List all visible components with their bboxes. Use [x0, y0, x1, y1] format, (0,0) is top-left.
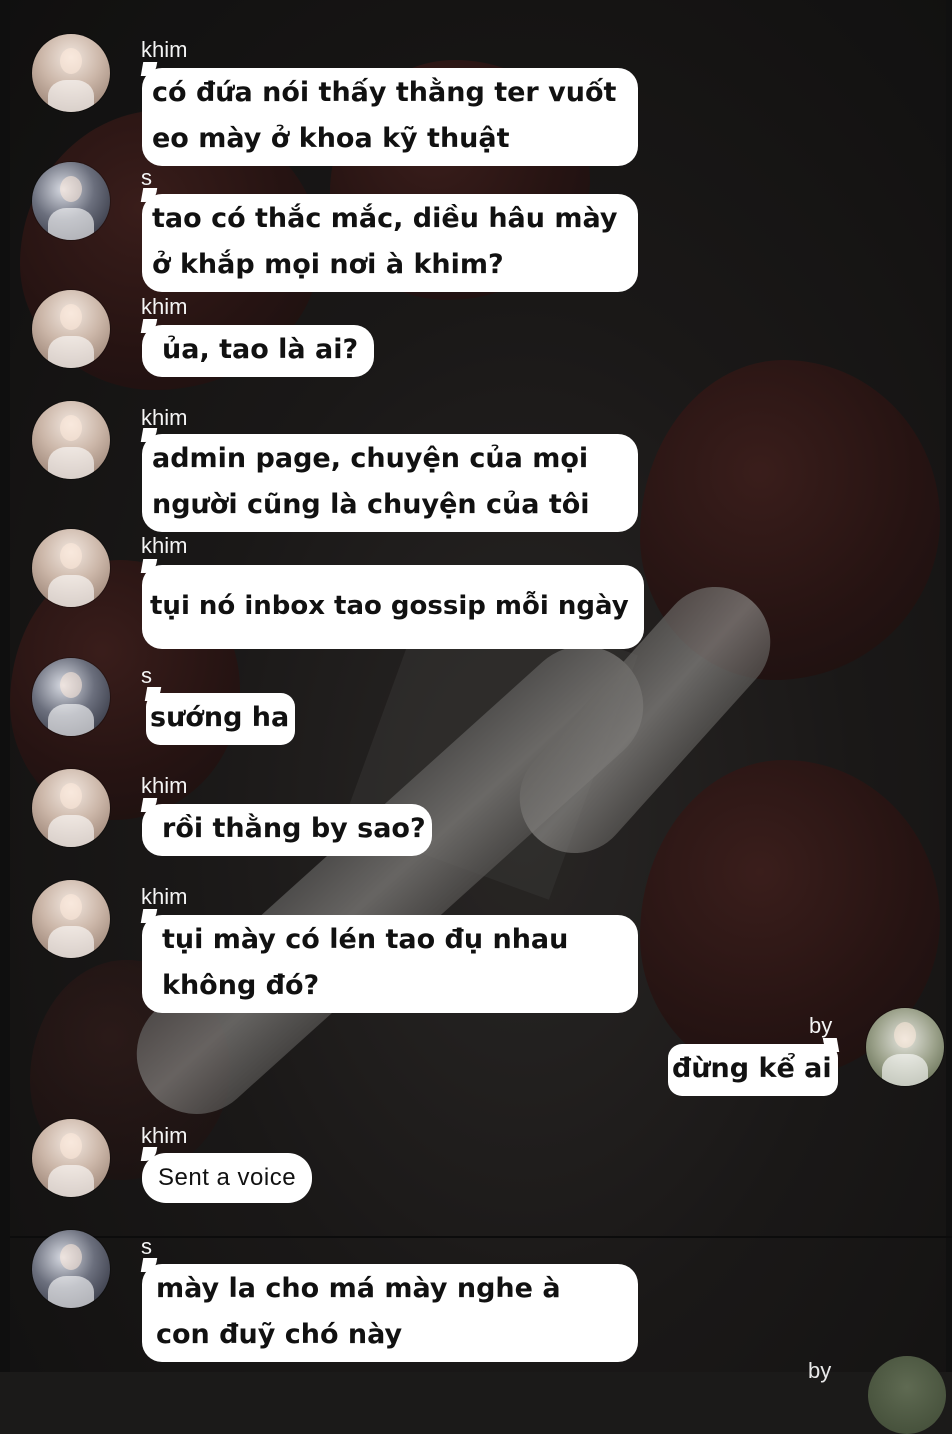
voice-message-label: Sent a voice — [158, 1164, 297, 1191]
message-bubble[interactable]: có đứa nói thấy thằng ter vuốt eo mày ở … — [140, 62, 638, 166]
message-bubble[interactable]: đừng kể ai — [668, 1038, 839, 1096]
khim-avatar-icon[interactable] — [32, 290, 110, 368]
message-text: tụi mày có lén tao đụ nhau không đó? — [162, 924, 569, 1001]
message-bubble[interactable]: tao có thắc mắc, diều hâu mày ở khắp mọi… — [140, 188, 638, 292]
khim-avatar-icon[interactable] — [32, 769, 110, 847]
sender-name: khim — [141, 405, 188, 430]
khim-avatar-icon[interactable] — [32, 401, 110, 479]
by-avatar-icon[interactable] — [866, 1008, 944, 1086]
sender-name: s — [141, 165, 152, 190]
khim-avatar-icon[interactable] — [32, 880, 110, 958]
khim-avatar-icon[interactable] — [32, 34, 110, 112]
sender-name: by — [808, 1358, 832, 1383]
message-text: sướng ha — [150, 702, 290, 733]
message-text: ủa, tao là ai? — [162, 334, 359, 365]
s-avatar-icon[interactable] — [32, 658, 110, 736]
sender-name: s — [141, 663, 152, 688]
message-text: tao có thắc mắc, diều hâu mày ở khắp mọi… — [152, 203, 618, 280]
message-text: có đứa nói thấy thằng ter vuốt eo mày ở … — [152, 77, 617, 154]
sender-name: khim — [141, 37, 188, 62]
message-bubble[interactable]: admin page, chuyện của mọi người cũng là… — [140, 428, 638, 532]
khim-avatar-icon[interactable] — [32, 529, 110, 607]
khim-avatar-icon[interactable] — [32, 1119, 110, 1197]
sender-name: khim — [141, 773, 188, 798]
right-edge — [946, 0, 952, 1372]
sender-name: khim — [141, 1123, 188, 1148]
message-bubble[interactable]: sướng ha — [144, 687, 296, 745]
sender-name: khim — [141, 294, 188, 319]
message-text: tụi nó inbox tao gossip mỗi ngày — [150, 591, 629, 621]
message-text: rồi thằng by sao? — [162, 813, 426, 844]
s-avatar-icon[interactable] — [32, 1230, 110, 1308]
message-bubble[interactable]: tụi mày có lén tao đụ nhau không đó? — [140, 909, 638, 1013]
left-edge — [0, 0, 10, 1372]
s-avatar-icon[interactable] — [32, 162, 110, 240]
message-text: admin page, chuyện của mọi người cũng là… — [152, 443, 590, 520]
sender-name: s — [141, 1234, 152, 1259]
message-bubble[interactable]: tụi nó inbox tao gossip mỗi ngày — [140, 559, 644, 649]
voice-message-bubble[interactable]: Sent a voice — [140, 1147, 313, 1203]
by-avatar-icon[interactable] — [868, 1356, 946, 1434]
message-bubble[interactable]: rồi thằng by sao? — [140, 798, 432, 856]
message-text: đừng kể ai — [672, 1053, 832, 1084]
message-bubble[interactable]: ủa, tao là ai? — [140, 319, 375, 377]
message-bubble[interactable]: mày la cho má mày nghe à con đuỹ chó này — [140, 1258, 638, 1362]
sender-name: khim — [141, 533, 188, 558]
sender-name: by — [809, 1013, 833, 1038]
sender-name: khim — [141, 884, 188, 909]
message-text: mày la cho má mày nghe à con đuỹ chó này — [156, 1273, 561, 1350]
